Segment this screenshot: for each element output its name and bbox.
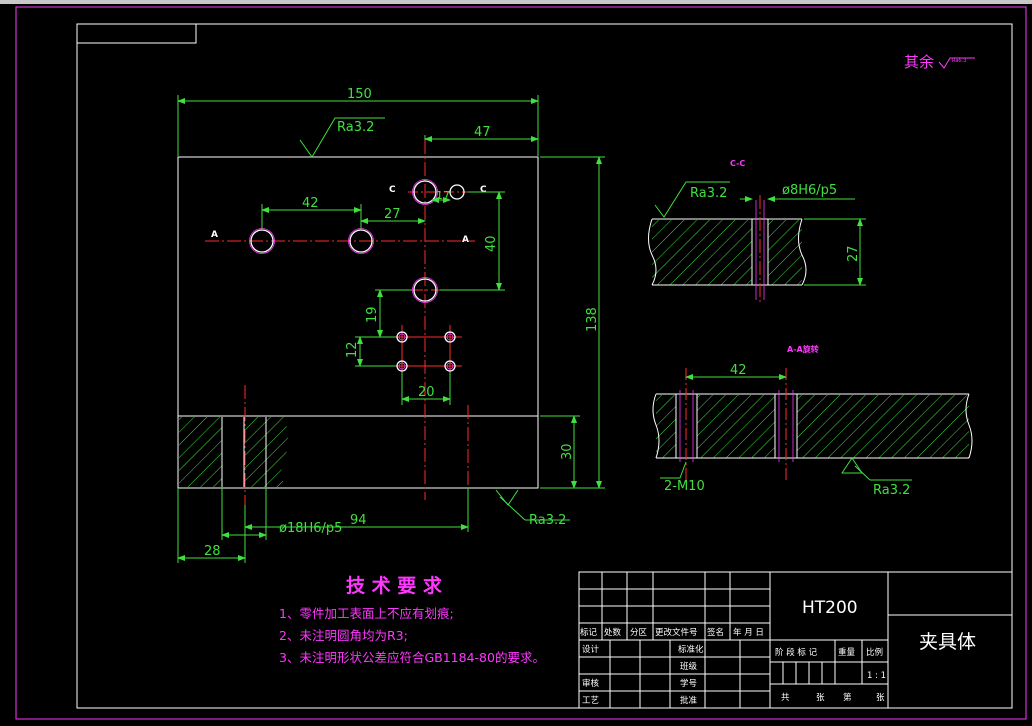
svg-text:年 月 日: 年 月 日 — [733, 627, 764, 638]
svg-text:技 术 要 求: 技 术 要 求 — [346, 574, 443, 597]
svg-text:ø8H6/p5: ø8H6/p5 — [782, 183, 837, 198]
svg-text:更改文件号: 更改文件号 — [655, 627, 698, 638]
svg-text:A: A — [211, 230, 218, 240]
surface-finish-note: 其余 Ra6.3 — [904, 53, 975, 71]
svg-text:C-C: C-C — [730, 159, 745, 168]
svg-text:27: 27 — [846, 245, 861, 262]
tech-requirements: 技 术 要 求 1、零件加工表面上不应有划痕; 2、未注明圆角均为R3; 3、未… — [279, 574, 545, 665]
outer-border — [15, 6, 1027, 720]
hatch-middle — [244, 417, 266, 487]
svg-text:工艺: 工艺 — [582, 696, 599, 706]
svg-text:42: 42 — [730, 363, 747, 378]
svg-text:学号: 学号 — [680, 678, 697, 689]
part-name: 夹具体 — [919, 631, 976, 653]
svg-text:其余: 其余 — [904, 53, 934, 71]
svg-text:138: 138 — [585, 307, 600, 332]
svg-text:签名: 签名 — [707, 627, 724, 638]
svg-text:2-M10: 2-M10 — [664, 479, 705, 494]
svg-text:1 : 1: 1 : 1 — [867, 671, 886, 681]
svg-text:94: 94 — [350, 513, 367, 528]
svg-text:40: 40 — [484, 235, 499, 252]
svg-text:第: 第 — [843, 692, 852, 703]
svg-text:分区: 分区 — [630, 628, 648, 638]
drawing-frame — [76, 23, 1013, 709]
svg-text:审核: 审核 — [582, 678, 600, 689]
svg-text:42: 42 — [302, 196, 319, 211]
svg-text:Ra3.2: Ra3.2 — [529, 513, 566, 528]
svg-text:C: C — [480, 185, 487, 195]
svg-text:17: 17 — [436, 189, 450, 202]
svg-text:Ra3.2: Ra3.2 — [337, 120, 374, 135]
svg-text:张: 张 — [816, 693, 825, 703]
svg-text:张: 张 — [876, 693, 885, 703]
svg-text:A: A — [462, 235, 469, 245]
svg-text:班级: 班级 — [680, 661, 698, 672]
svg-text:150: 150 — [347, 87, 372, 102]
svg-text:19: 19 — [365, 306, 380, 323]
svg-text:28: 28 — [204, 544, 221, 559]
svg-text:重量: 重量 — [838, 647, 856, 658]
svg-text:Ra3.2: Ra3.2 — [690, 186, 727, 201]
svg-text:20: 20 — [418, 385, 435, 400]
svg-text:47: 47 — [474, 125, 491, 140]
cad-drawing: 其余 Ra6.3 A A C C 150 47 42 27 17 40 19 1… — [15, 6, 1027, 720]
svg-text:Ra3.2: Ra3.2 — [873, 483, 910, 498]
svg-text:27: 27 — [384, 207, 401, 222]
svg-text:标准化: 标准化 — [678, 644, 704, 655]
section-aa: A-A旋转 42 2-M10 Ra3.2 — [652, 344, 973, 498]
svg-text:处数: 处数 — [604, 627, 622, 638]
svg-text:标记: 标记 — [580, 627, 598, 638]
svg-text:共: 共 — [781, 693, 790, 703]
svg-text:12: 12 — [345, 341, 360, 358]
svg-text:Ra6.3: Ra6.3 — [952, 58, 966, 64]
svg-text:阶 段 标 记: 阶 段 标 记 — [775, 647, 818, 658]
reference-box — [76, 23, 197, 44]
section-cc: C-C Ra3.2 ø8H6/p5 27 — [648, 159, 866, 305]
svg-text:3、未注明形状公差应符合GB1184-80的要求。: 3、未注明形状公差应符合GB1184-80的要求。 — [279, 650, 545, 665]
title-block: HT200 夹具体 标记 处数 分区 更改文件号 签名 年 月 日 设计 审核 … — [578, 571, 1013, 709]
svg-text:批准: 批准 — [680, 695, 698, 706]
svg-text:2、未注明圆角均为R3;: 2、未注明圆角均为R3; — [279, 628, 408, 643]
material: HT200 — [802, 598, 858, 618]
front-view: A A C C 150 47 42 27 17 40 19 12 20 138 … — [177, 87, 605, 563]
svg-text:A-A旋转: A-A旋转 — [787, 344, 819, 354]
svg-text:C: C — [389, 185, 396, 195]
svg-text:30: 30 — [560, 443, 575, 460]
svg-text:比例: 比例 — [866, 647, 883, 658]
hatch-left — [179, 417, 222, 487]
svg-text:设计: 设计 — [582, 644, 600, 655]
svg-text:ø18H6/p5: ø18H6/p5 — [279, 521, 342, 536]
svg-text:1、零件加工表面上不应有划痕;: 1、零件加工表面上不应有划痕; — [279, 606, 454, 621]
